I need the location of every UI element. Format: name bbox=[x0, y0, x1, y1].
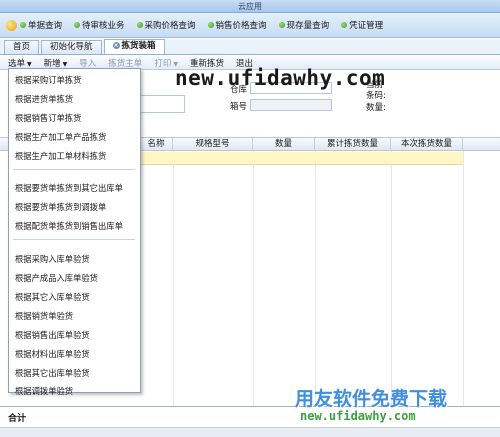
green-dot-icon bbox=[341, 22, 348, 28]
green-dot-icon bbox=[207, 22, 214, 28]
nav-label: 销售价格查询 bbox=[215, 21, 267, 31]
column-header-quantity[interactable]: 数量 bbox=[253, 138, 315, 151]
menu-separator bbox=[13, 239, 135, 240]
menu-item-inspect-sales-outbound[interactable]: 根据销售出库单验货 bbox=[15, 329, 90, 341]
menu-item-inspect-product-inbound[interactable]: 根据产成品入库单验货 bbox=[15, 272, 98, 284]
green-dot-icon bbox=[20, 22, 26, 28]
watermark-top: new.ufidawhy.com bbox=[175, 66, 386, 90]
green-dot-icon bbox=[136, 22, 143, 28]
menu-item-inspect-purchase-inbound[interactable]: 根据采购入库单验货 bbox=[15, 253, 90, 265]
nav-purchase-price-query[interactable]: 采购价格查询 bbox=[136, 19, 196, 31]
menu-item-request-to-transfer[interactable]: 根据要货单拣货到调拨单 bbox=[15, 201, 106, 213]
horizontal-scrollbar[interactable] bbox=[0, 427, 500, 437]
nav-voucher-management[interactable]: 凭证管理 bbox=[341, 19, 383, 31]
nav-pending-review[interactable]: 待审核业务 bbox=[74, 19, 125, 31]
menu-item-inspect-transfer[interactable]: 根据调拨单验货 bbox=[15, 385, 73, 397]
menu-item-request-to-other-outbound[interactable]: 根据要货单拣货到其它出库单 bbox=[15, 182, 123, 194]
menu-item-pick-by-production-product[interactable]: 根据生产加工单产品拣货 bbox=[15, 131, 106, 143]
menu-separator bbox=[13, 169, 135, 170]
nav-label: 待审核业务 bbox=[82, 21, 125, 31]
grid-divider bbox=[253, 151, 254, 406]
import-button[interactable]: 导入 bbox=[79, 57, 96, 69]
watermark-brand: 用友软件免费下载 bbox=[295, 388, 448, 410]
total-label: 合计 bbox=[8, 414, 27, 424]
nav-sales-price-query[interactable]: 销售价格查询 bbox=[207, 19, 267, 31]
grid-divider bbox=[173, 151, 174, 406]
column-header-spec[interactable]: 规格型号 bbox=[173, 138, 253, 151]
app-logo-icon bbox=[6, 19, 17, 31]
tab-home[interactable]: 首页 bbox=[4, 40, 40, 54]
green-dot-icon bbox=[278, 22, 285, 28]
tab-init-guide[interactable]: 初始化导航 bbox=[41, 40, 102, 54]
menu-item-pick-by-purchase-order[interactable]: 根据采购订单拣货 bbox=[15, 74, 81, 86]
chevron-down-icon: ▼ bbox=[27, 60, 32, 68]
quantity-label: 数量: bbox=[366, 103, 386, 113]
nav-document-query[interactable]: 单据查询 bbox=[20, 19, 62, 31]
add-label: 新增 bbox=[43, 58, 61, 69]
nav-label: 现存量查询 bbox=[286, 21, 330, 31]
grid-divider bbox=[463, 151, 464, 406]
close-icon[interactable]: × bbox=[112, 42, 120, 49]
table-row[interactable] bbox=[139, 152, 463, 165]
menu-item-pick-by-sales-order[interactable]: 根据销售订单拣货 bbox=[15, 112, 81, 124]
top-nav-bar: 单据查询 待审核业务 采购价格查询 销售价格查询 现存量查询 凭证管理 bbox=[0, 13, 500, 38]
select-document-label: 选单 bbox=[8, 58, 26, 69]
grid-divider bbox=[315, 151, 316, 406]
left-input[interactable] bbox=[140, 95, 185, 113]
menu-item-inspect-other-outbound[interactable]: 根据其它出库单验货 bbox=[15, 367, 90, 379]
box-number-label: 箱号 bbox=[230, 102, 248, 112]
nav-label: 单据查询 bbox=[28, 21, 63, 31]
pick-main-button[interactable]: 拣货主单 bbox=[108, 57, 142, 69]
chevron-down-icon: ▼ bbox=[62, 60, 68, 68]
green-dot-icon bbox=[74, 22, 81, 28]
column-header-accum-picked[interactable]: 累计拣货数量 bbox=[315, 138, 391, 151]
box-number-field[interactable] bbox=[250, 99, 332, 111]
select-document-button[interactable]: 选单 ▼ bbox=[8, 57, 32, 69]
select-document-dropdown: 根据采购订单拣货 根据进货单拣货 根据销售订单拣货 根据生产加工单产品拣货 根据… bbox=[8, 68, 141, 396]
nav-label: 凭证管理 bbox=[349, 21, 384, 31]
menu-item-pick-by-production-material[interactable]: 根据生产加工单材料拣货 bbox=[15, 150, 106, 162]
column-header-current-picked[interactable]: 本次拣货数量 bbox=[391, 138, 463, 151]
grid-divider bbox=[391, 151, 392, 406]
watermark-url: new.ufidawhy.com bbox=[300, 409, 416, 423]
nav-stock-query[interactable]: 现存量查询 bbox=[278, 19, 330, 31]
print-label: 打印 bbox=[154, 58, 172, 69]
window-title: 云应用 bbox=[0, 0, 500, 13]
menu-item-inspect-other-inbound[interactable]: 根据其它入库单验货 bbox=[15, 291, 90, 303]
tab-picking-packing[interactable]: × 拣货装箱 bbox=[103, 39, 165, 54]
nav-label: 采购价格查询 bbox=[144, 21, 196, 31]
menu-item-pick-by-receipt[interactable]: 根据进货单拣货 bbox=[15, 93, 73, 105]
tab-label: 拣货装箱 bbox=[121, 41, 156, 51]
menu-item-distribution-to-sales-outbound[interactable]: 根据配货单拣货到销售出库单 bbox=[15, 220, 123, 232]
barcode-label: 条码: bbox=[366, 91, 386, 101]
tab-strip: 首页 初始化导航 × 拣货装箱 bbox=[0, 39, 500, 55]
menu-item-inspect-material-outbound[interactable]: 根据材料出库单验货 bbox=[15, 348, 90, 360]
column-header-name[interactable]: 名称 bbox=[140, 138, 173, 151]
add-button[interactable]: 新增 ▼ bbox=[44, 57, 68, 69]
menu-item-inspect-sales-delivery[interactable]: 根据销货单验货 bbox=[15, 310, 73, 322]
